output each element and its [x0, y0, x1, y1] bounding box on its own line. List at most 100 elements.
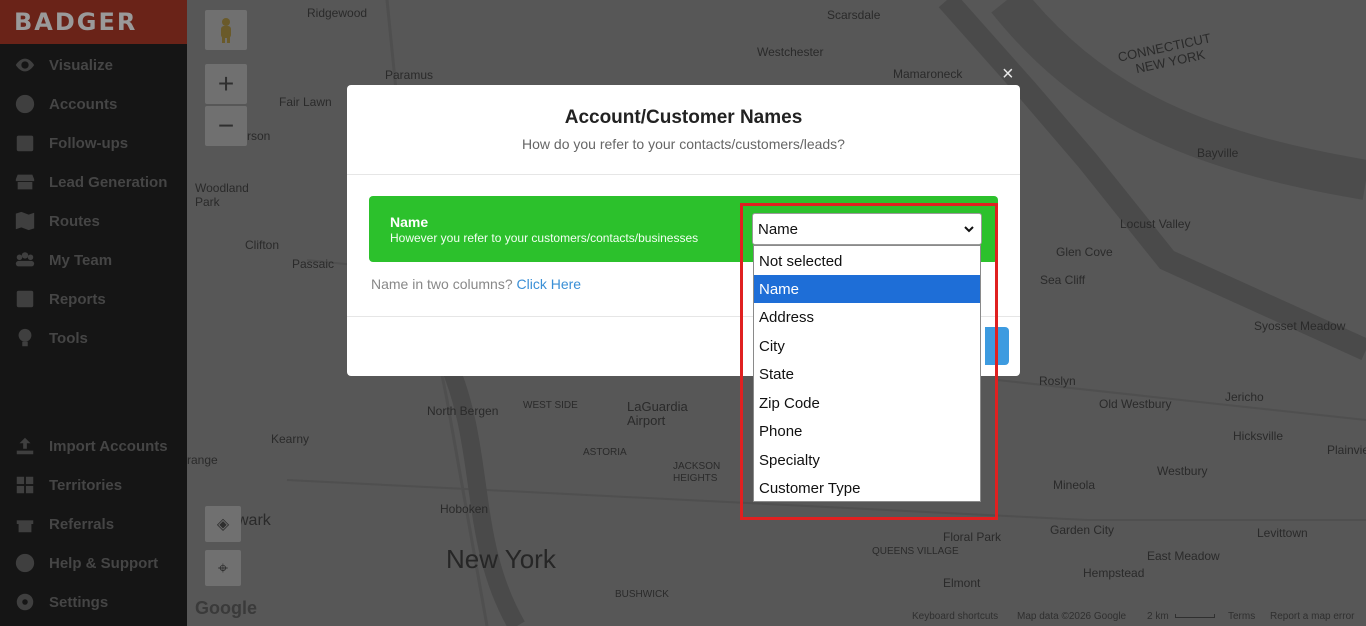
map-label-new-york: New York	[446, 544, 556, 574]
sidebar-item-label: Routes	[49, 212, 100, 230]
map-icon	[13, 210, 37, 232]
sidebar-item-label: Tools	[49, 329, 88, 347]
sidebar-item-label: Settings	[49, 593, 109, 611]
lightbulb-icon	[13, 327, 37, 349]
map-label-woodland-park: Woodland Park	[195, 181, 249, 209]
click-here-link[interactable]: Click Here	[517, 276, 582, 292]
locate-me-icon[interactable]: ⌖	[205, 550, 241, 586]
map-label-hempstead: Hempstead	[1083, 566, 1145, 580]
sidebar-item-accounts[interactable]: Accounts	[0, 87, 187, 121]
map-label-garden-city: Garden City	[1050, 523, 1115, 537]
sidebar-item-label: Referrals	[49, 515, 115, 533]
map-scale-bar	[1175, 614, 1215, 618]
select-option-phone[interactable]: Phone	[754, 417, 980, 445]
modal-subtitle: How do you refer to your contacts/custom…	[522, 136, 845, 152]
map-label-mamaroneck: Mamaroneck	[893, 67, 963, 81]
sidebar-item-label: My Team	[49, 251, 113, 269]
sidebar-item-referrals[interactable]: Referrals	[0, 507, 187, 541]
map-label-rson: rson	[247, 129, 271, 143]
two-columns-prompt: Name in two columns? Click Here	[371, 276, 581, 292]
select-option-not-selected[interactable]: Not selected	[754, 247, 980, 275]
map-label-range: range	[187, 453, 218, 467]
grid-icon	[13, 474, 37, 496]
select-option-customer-type[interactable]: Customer Type	[754, 474, 980, 502]
sidebar-item-reports[interactable]: Reports	[0, 282, 187, 316]
select-option-city[interactable]: City	[754, 332, 980, 360]
map-label-mineola: Mineola	[1053, 478, 1096, 492]
map-label-paramus: Paramus	[385, 68, 434, 82]
gear-icon	[13, 591, 37, 613]
calendar-icon	[13, 132, 37, 154]
map-label-jericho: Jericho	[1225, 390, 1264, 404]
chart-icon	[13, 288, 37, 310]
map-label-clifton: Clifton	[245, 238, 280, 252]
two-columns-text: Name in two columns?	[371, 276, 513, 292]
name-field-label: Name	[390, 214, 429, 230]
sidebar-item-routes[interactable]: Routes	[0, 204, 187, 238]
close-modal-button[interactable]: ×	[1002, 64, 1020, 84]
sidebar-item-label: Reports	[49, 290, 106, 308]
map-label-glen-cove: Glen Cove	[1056, 245, 1113, 259]
sidebar-item-my-team[interactable]: My Team	[0, 243, 187, 277]
select-option-specialty[interactable]: Specialty	[754, 446, 980, 474]
street-view-pegman-icon[interactable]	[205, 10, 247, 50]
sidebar-item-help-support[interactable]: Help & Support	[0, 546, 187, 580]
map-label-westchester: Westchester	[757, 45, 824, 59]
eye-icon	[13, 54, 37, 76]
name-column-select[interactable]: Name	[752, 213, 982, 245]
sidebar-item-label: Accounts	[49, 95, 118, 113]
map-label-westbury: Westbury	[1157, 464, 1208, 478]
map-label-passaic: Passaic	[292, 257, 335, 271]
terms-link[interactable]: Terms	[1228, 611, 1255, 622]
sidebar-item-lead-generation[interactable]: Lead Generation	[0, 165, 187, 199]
sidebar-item-visualize[interactable]: Visualize	[0, 48, 187, 82]
map-label-hicksville: Hicksville	[1233, 429, 1284, 443]
select-option-zip-code[interactable]: Zip Code	[754, 389, 980, 417]
map-label-north-bergen: North Bergen	[427, 404, 499, 418]
select-option-name[interactable]: Name	[754, 275, 980, 303]
map-label-east-meadow: East Meadow	[1147, 549, 1220, 563]
map-label-queens-village: QUEENS VILLAGE	[872, 546, 959, 557]
question-icon	[13, 552, 37, 574]
badger-logo[interactable]: BADGER	[0, 0, 187, 44]
storefront-icon	[13, 171, 37, 193]
map-label-locust-valley: Locust Valley	[1120, 217, 1191, 231]
map-label-roslyn: Roslyn	[1039, 374, 1076, 388]
sidebar-item-settings[interactable]: Settings	[0, 585, 187, 619]
map-label-plainview: Plainvie	[1327, 443, 1366, 457]
next-button[interactable]	[985, 327, 1009, 365]
map-label-hoboken: Hoboken	[440, 502, 489, 516]
map-label-wark: wark	[237, 512, 271, 529]
select-option-address[interactable]: Address	[754, 303, 980, 331]
team-icon	[13, 249, 37, 271]
map-label-old-westbury: Old Westbury	[1099, 397, 1172, 411]
sidebar-item-label: Help & Support	[49, 554, 159, 572]
zoom-in-button[interactable]: +	[205, 64, 247, 104]
google-logo: Google	[195, 598, 257, 618]
map-scale-text[interactable]: 2 km	[1147, 611, 1169, 622]
map-label-bushwick: BUSHWICK	[615, 589, 669, 600]
select-value: Name	[758, 220, 799, 238]
sidebar-item-label: Territories	[49, 476, 123, 494]
select-dropdown-list: Not selected Name Address City State Zip…	[753, 245, 981, 502]
sidebar-item-label: Import Accounts	[49, 437, 168, 455]
report-map-error-link[interactable]: Report a map error	[1270, 611, 1354, 622]
map-label-ridgewood: Ridgewood	[307, 6, 368, 20]
map-label-fair-lawn: Fair Lawn	[279, 95, 332, 109]
layers-icon[interactable]: ◈	[205, 506, 241, 542]
map-label-elmont: Elmont	[943, 576, 981, 590]
sidebar-item-import-accounts[interactable]: Import Accounts	[0, 429, 187, 463]
person-icon	[13, 93, 37, 115]
upload-icon	[13, 435, 37, 457]
sidebar-item-label: Follow-ups	[49, 134, 129, 152]
zoom-out-button[interactable]: −	[205, 106, 247, 146]
sidebar-item-follow-ups[interactable]: Follow-ups	[0, 126, 187, 160]
map-label-syosset-meadow: Syosset Meadow	[1254, 319, 1346, 333]
select-option-state[interactable]: State	[754, 360, 980, 388]
map-label-astoria: ASTORIA	[583, 447, 627, 458]
gift-icon	[13, 513, 37, 535]
sidebar-item-territories[interactable]: Territories	[0, 468, 187, 502]
keyboard-shortcuts-link[interactable]: Keyboard shortcuts	[912, 611, 998, 622]
chevron-down-icon	[964, 226, 974, 233]
sidebar-item-tools[interactable]: Tools	[0, 321, 187, 355]
